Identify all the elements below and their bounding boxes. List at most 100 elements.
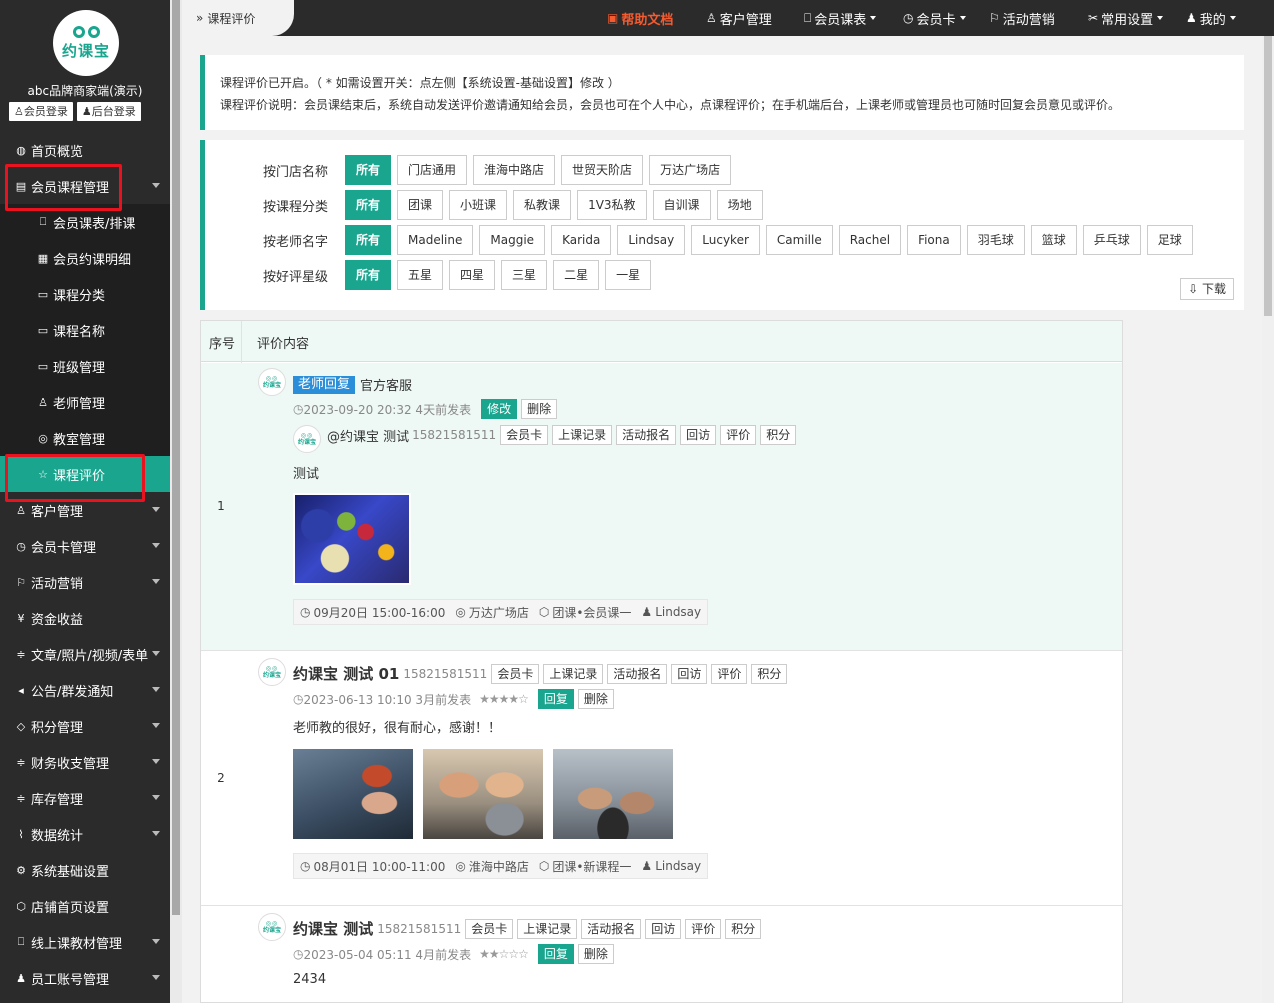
page-scrollbar[interactable]	[1262, 36, 1274, 1003]
column-header-content: 评价内容	[257, 337, 310, 352]
filter-option[interactable]: 小班课	[449, 190, 508, 220]
filter-option[interactable]: 足球	[1146, 225, 1193, 255]
sidebar-item-store-home[interactable]: ⬡ 店铺首页设置	[0, 888, 170, 924]
revisit-button[interactable]: 回访	[671, 663, 708, 684]
filter-option[interactable]: 篮球	[1030, 225, 1077, 255]
review-photo[interactable]	[423, 749, 543, 839]
top-nav-member-card[interactable]: ◷ 会员卡	[903, 0, 966, 36]
sidebar-item-member-card[interactable]: ◷ 会员卡管理	[0, 528, 170, 564]
sidebar-item-articles[interactable]: ≑ 文章/照片/视频/表单	[0, 636, 170, 672]
revisit-button[interactable]: 回访	[645, 918, 682, 939]
points-button[interactable]: 积分	[760, 425, 797, 445]
edit-button[interactable]: 修改	[481, 399, 518, 419]
sidebar-scrollbar[interactable]	[170, 0, 182, 1003]
reply-button[interactable]: 回复	[537, 689, 574, 709]
filter-option[interactable]: Lindsay	[617, 225, 686, 255]
top-nav-marketing[interactable]: ⚐ 活动营销	[989, 0, 1055, 36]
activity-signup-button[interactable]: 活动报名	[616, 425, 677, 445]
review-photo[interactable]	[293, 749, 413, 839]
brand-logo[interactable]: 约课宝	[53, 10, 119, 76]
filter-option[interactable]: 所有	[345, 225, 392, 255]
sidebar-item-notices[interactable]: ◂ 公告/群发通知	[0, 672, 170, 708]
filter-option[interactable]: 二星	[553, 260, 600, 290]
top-nav-customers[interactable]: ♙ 客户管理	[706, 0, 772, 36]
filter-option[interactable]: 世贸天阶店	[561, 155, 644, 185]
filter-option[interactable]: Maggie	[479, 225, 546, 255]
review-button[interactable]: 评价	[720, 425, 757, 445]
review-button[interactable]: 评价	[711, 663, 748, 684]
review-photo[interactable]	[293, 493, 411, 585]
sidebar-item-classroom[interactable]: ◎ 教室管理	[0, 420, 170, 456]
filter-option[interactable]: 1V3私教	[577, 190, 647, 220]
filter-option[interactable]: 自训课	[652, 190, 711, 220]
sidebar-item-statistics[interactable]: ⌇ 数据统计	[0, 816, 170, 852]
filter-option[interactable]: 门店通用	[397, 155, 468, 185]
filter-option[interactable]: 五星	[397, 260, 444, 290]
filter-option[interactable]: 所有	[345, 260, 392, 290]
top-nav-schedule[interactable]: ⎕ 会员课表	[804, 0, 877, 36]
sidebar-item-marketing[interactable]: ⚐ 活动营销	[0, 564, 170, 600]
filter-option[interactable]: 私教课	[513, 190, 572, 220]
delete-button[interactable]: 删除	[577, 689, 614, 709]
member-card-button[interactable]: 会员卡	[500, 425, 549, 445]
delete-button[interactable]: 删除	[577, 944, 614, 964]
filter-teacher: 按老师名字 所有 Madeline Maggie Karida Lindsay …	[263, 225, 1199, 255]
filter-option[interactable]: 四星	[449, 260, 496, 290]
sidebar-item-income[interactable]: ¥ 资金收益	[0, 600, 170, 636]
sidebar-item-home[interactable]: ◍ 首页概览	[0, 132, 170, 168]
sidebar-item-system-settings[interactable]: ⚙ 系统基础设置	[0, 852, 170, 888]
chevron-down-icon	[152, 939, 160, 944]
filter-option[interactable]: Rachel	[838, 225, 902, 255]
top-nav-mine[interactable]: ♟ 我的	[1186, 0, 1236, 36]
admin-login-button[interactable]: ♟后台登录	[76, 102, 141, 121]
class-records-button[interactable]: 上课记录	[517, 918, 578, 939]
sidebar-item-inventory[interactable]: ≑ 库存管理	[0, 780, 170, 816]
class-records-button[interactable]: 上课记录	[552, 425, 613, 445]
filter-option[interactable]: 一星	[605, 260, 652, 290]
revisit-button[interactable]: 回访	[680, 425, 717, 445]
sidebar-item-course-name[interactable]: ▭ 课程名称	[0, 312, 170, 348]
sidebar-item-booking-details[interactable]: ▦ 会员约课明细	[0, 240, 170, 276]
member-card-button[interactable]: 会员卡	[491, 663, 540, 684]
chevron-down-icon	[152, 543, 160, 548]
download-button[interactable]: ⇩ 下载	[1180, 278, 1234, 300]
activity-signup-button[interactable]: 活动报名	[607, 663, 668, 684]
review-button[interactable]: 评价	[685, 918, 722, 939]
clock-icon: ◷	[16, 539, 26, 553]
filter-option[interactable]: 三星	[501, 260, 548, 290]
filter-option[interactable]: Madeline	[397, 225, 474, 255]
points-button[interactable]: 积分	[725, 918, 762, 939]
highlight-box	[5, 164, 122, 211]
sidebar-item-teacher[interactable]: ♙ 老师管理	[0, 384, 170, 420]
points-button[interactable]: 积分	[751, 663, 788, 684]
class-records-button[interactable]: 上课记录	[543, 663, 604, 684]
sidebar-item-staff[interactable]: ♟ 员工账号管理	[0, 960, 170, 996]
delete-button[interactable]: 删除	[521, 399, 558, 419]
sidebar-item-course-category[interactable]: ▭ 课程分类	[0, 276, 170, 312]
sidebar-item-class[interactable]: ▭ 班级管理	[0, 348, 170, 384]
filter-option[interactable]: Lucyker	[691, 225, 760, 255]
filter-option[interactable]: Fiona	[907, 225, 961, 255]
filter-option[interactable]: 乒乓球	[1082, 225, 1141, 255]
filter-option[interactable]: 淮海中路店	[473, 155, 556, 185]
review-photo[interactable]	[553, 749, 673, 839]
top-nav-settings[interactable]: ✂ 常用设置	[1088, 0, 1164, 36]
review-time: 2023-05-04 05:11 4月前发表	[303, 947, 472, 962]
sidebar-item-points[interactable]: ◇ 积分管理	[0, 708, 170, 744]
reply-button[interactable]: 回复	[537, 944, 574, 964]
filter-option[interactable]: 羽毛球	[966, 225, 1025, 255]
member-card-button[interactable]: 会员卡	[465, 918, 514, 939]
member-login-button[interactable]: ♙会员登录	[9, 102, 73, 121]
cube-icon: ⬡	[538, 605, 550, 619]
sidebar-item-finance[interactable]: ≑ 财务收支管理	[0, 744, 170, 780]
filter-option[interactable]: Camille	[765, 225, 833, 255]
sidebar-item-online-materials[interactable]: ⎕ 线上课教材管理	[0, 924, 170, 960]
filter-option[interactable]: 所有	[345, 155, 392, 185]
filter-option[interactable]: 万达广场店	[649, 155, 732, 185]
filter-option[interactable]: 团课	[397, 190, 444, 220]
activity-signup-button[interactable]: 活动报名	[581, 918, 642, 939]
filter-option[interactable]: 所有	[345, 190, 392, 220]
filter-option[interactable]: Karida	[551, 225, 612, 255]
help-docs-link[interactable]: ▣ 帮助文档	[607, 0, 673, 36]
filter-option[interactable]: 场地	[716, 190, 763, 220]
